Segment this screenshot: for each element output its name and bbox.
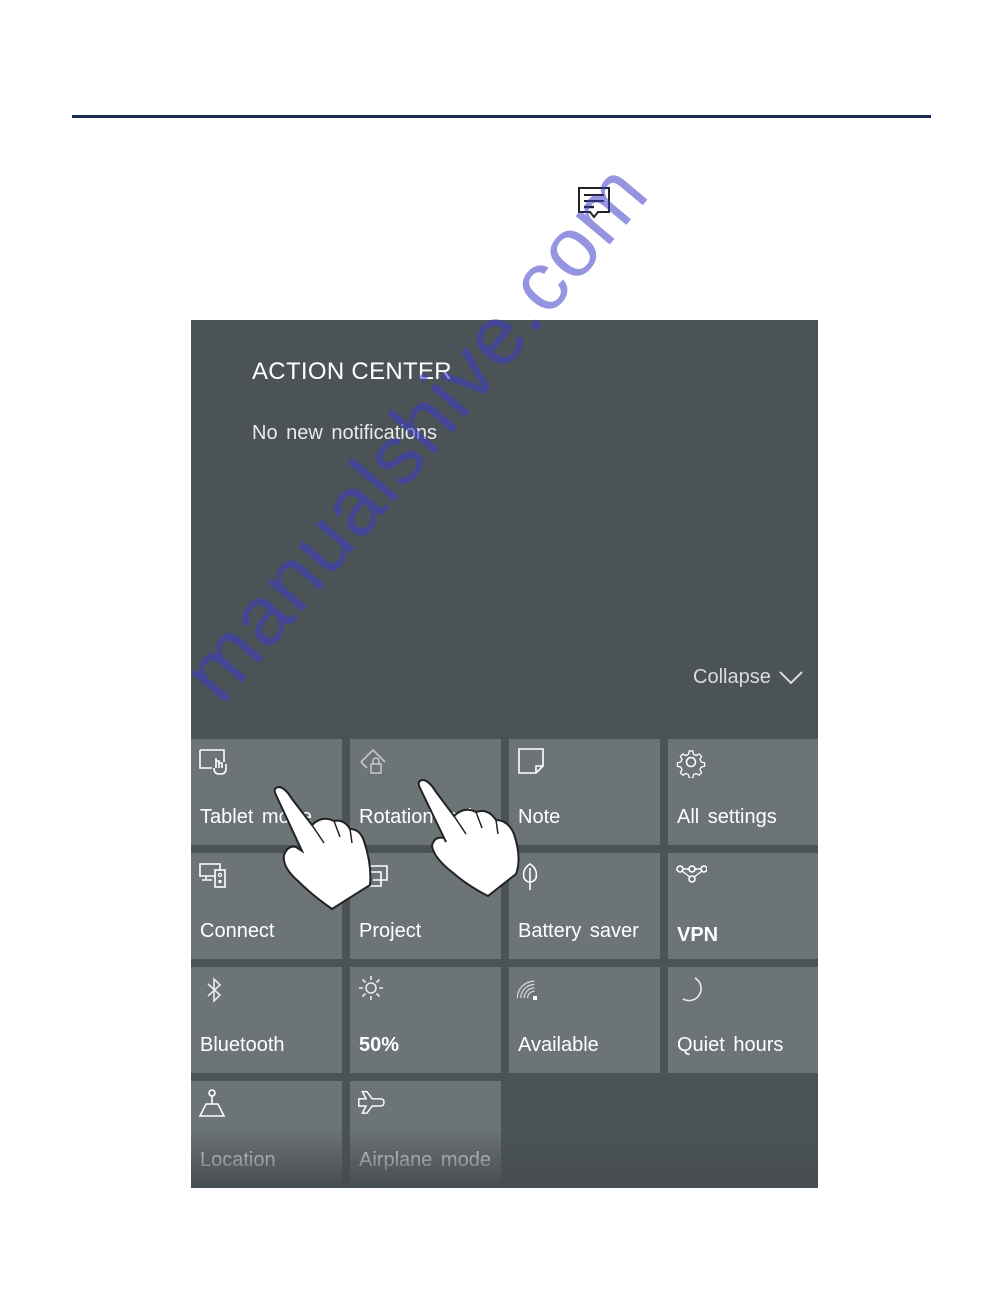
tile-all-settings[interactable]: All settings bbox=[668, 739, 818, 845]
tile-label: Location bbox=[200, 1149, 276, 1171]
tile-connect[interactable]: Connect bbox=[191, 853, 342, 959]
tile-label: Battery saver bbox=[518, 920, 639, 942]
tile-quiet-hours[interactable]: Quiet hours bbox=[668, 967, 818, 1073]
tile-vpn[interactable]: VPN bbox=[668, 853, 818, 959]
battery-saver-icon bbox=[522, 863, 538, 890]
collapse-button[interactable]: Collapse bbox=[693, 666, 803, 689]
tile-location[interactable]: Location bbox=[191, 1081, 342, 1188]
tile-wifi[interactable]: Available bbox=[509, 967, 660, 1073]
tile-label: Tablet mode bbox=[200, 806, 312, 828]
tile-brightness[interactable]: 50% bbox=[350, 967, 501, 1073]
tile-label: Note bbox=[518, 806, 561, 828]
note-icon bbox=[518, 748, 544, 774]
chevron-down-icon bbox=[779, 670, 803, 684]
tile-label: VPN bbox=[677, 924, 719, 946]
panel-title: ACTION CENTER bbox=[252, 358, 452, 385]
tile-label: Available bbox=[518, 1034, 599, 1056]
header-rule bbox=[72, 115, 931, 118]
gear-icon bbox=[676, 750, 706, 778]
moon-icon bbox=[682, 977, 702, 1002]
brightness-icon bbox=[359, 976, 383, 1000]
location-icon bbox=[198, 1089, 226, 1117]
wifi-icon bbox=[516, 980, 537, 1000]
airplane-icon bbox=[358, 1090, 385, 1114]
action-center-panel: ACTION CENTER No new notifications Colla… bbox=[191, 320, 818, 1188]
notification-status: No new notifications bbox=[252, 422, 437, 444]
tile-label: Connect bbox=[200, 920, 275, 942]
connect-icon bbox=[199, 863, 226, 888]
tile-label: Bluetooth bbox=[200, 1034, 285, 1056]
tile-note[interactable]: Note bbox=[509, 739, 660, 845]
tile-airplane-mode[interactable]: Airplane mode bbox=[350, 1081, 501, 1188]
tile-bluetooth[interactable]: Bluetooth bbox=[191, 967, 342, 1073]
action-center-message-icon bbox=[578, 187, 610, 219]
tile-battery-saver[interactable]: Battery saver bbox=[509, 853, 660, 959]
tile-label: Airplane mode bbox=[359, 1149, 491, 1171]
tile-project[interactable]: Project bbox=[350, 853, 501, 959]
tile-label: Project bbox=[359, 920, 422, 942]
tile-tablet-mode[interactable]: Tablet mode bbox=[191, 739, 342, 845]
project-icon bbox=[362, 865, 388, 887]
collapse-label: Collapse bbox=[693, 666, 771, 688]
tile-label: Quiet hours bbox=[677, 1034, 784, 1056]
tablet-mode-icon bbox=[199, 749, 227, 775]
rotation-lock-icon bbox=[360, 748, 386, 774]
tile-label: All settings bbox=[677, 806, 777, 828]
tile-label: 50% bbox=[359, 1034, 400, 1056]
tile-label: Rotation lock bbox=[359, 806, 478, 828]
bluetooth-icon bbox=[207, 977, 222, 1003]
vpn-icon bbox=[676, 865, 707, 883]
tile-rotation-lock[interactable]: Rotation lock bbox=[350, 739, 501, 845]
